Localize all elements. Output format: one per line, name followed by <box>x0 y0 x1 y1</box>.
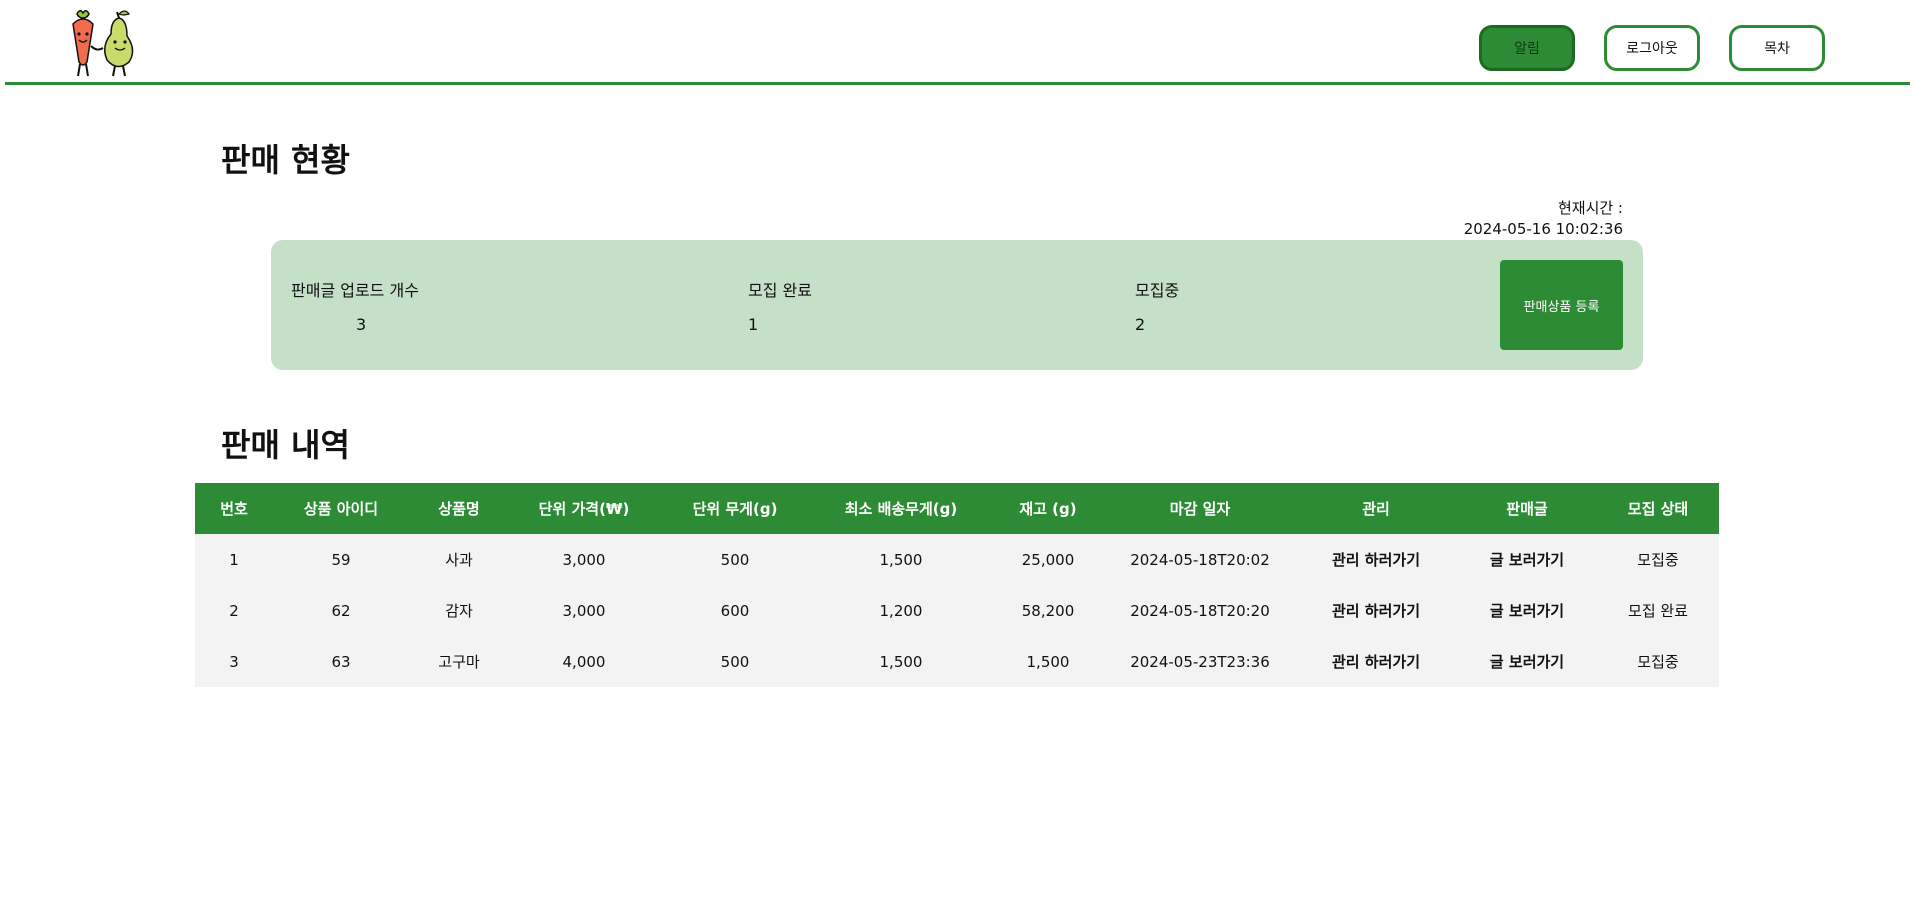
cell-product-id: 59 <box>273 534 409 585</box>
column-header-product-id: 상품 아이디 <box>273 483 409 534</box>
cell-unit-weight: 600 <box>659 585 811 636</box>
farm-button[interactable]: 목차 <box>1729 25 1825 71</box>
register-product-button[interactable]: 판매상품 등록 <box>1500 260 1623 350</box>
cell-unit-weight: 500 <box>659 534 811 585</box>
cell-no: 1 <box>195 534 273 585</box>
cell-deadline: 2024-05-23T23:36 <box>1105 636 1295 687</box>
sales-status-title: 판매 현황 <box>221 141 350 179</box>
recruiting-count-value: 2 <box>1135 315 1146 334</box>
uploaded-count-label: 판매글 업로드 개수 <box>291 281 419 300</box>
top-header: 알림 로그아웃 목차 <box>5 0 1910 85</box>
completed-count-label: 모집 완료 <box>748 281 812 300</box>
sales-history-title: 판매 내역 <box>221 426 350 464</box>
cell-unit-price: 3,000 <box>509 585 659 636</box>
view-post-link[interactable]: 글 보러가기 <box>1457 534 1597 585</box>
cell-min-shipping-weight: 1,200 <box>811 585 991 636</box>
cell-recruit-status: 모집중 <box>1597 534 1719 585</box>
table-row: 2 62 감자 3,000 600 1,200 58,200 2024-05-1… <box>195 585 1719 636</box>
cell-recruit-status: 모집중 <box>1597 636 1719 687</box>
cell-product-name: 사과 <box>409 534 509 585</box>
current-time-value: 2024-05-16 10:02:36 <box>1463 220 1623 238</box>
column-header-recruit-status: 모집 상태 <box>1597 483 1719 534</box>
column-header-min-shipping-weight: 최소 배송무게(g) <box>811 483 991 534</box>
column-header-post: 판매글 <box>1457 483 1597 534</box>
manage-link[interactable]: 관리 하러가기 <box>1295 636 1457 687</box>
view-post-link[interactable]: 글 보러가기 <box>1457 636 1597 687</box>
sales-history-table: 번호 상품 아이디 상품명 단위 가격(₩) 단위 무게(g) 최소 배송무게(… <box>195 483 1719 687</box>
cell-deadline: 2024-05-18T20:20 <box>1105 585 1295 636</box>
cell-product-id: 63 <box>273 636 409 687</box>
column-header-manage: 관리 <box>1295 483 1457 534</box>
recruiting-count-label: 모집중 <box>1135 281 1180 300</box>
current-time-label: 현재시간 : <box>1557 199 1623 217</box>
cell-no: 3 <box>195 636 273 687</box>
logo-icon[interactable] <box>63 6 145 80</box>
cell-stock: 1,500 <box>991 636 1105 687</box>
manage-link[interactable]: 관리 하러가기 <box>1295 534 1457 585</box>
sales-summary-panel: 판매글 업로드 개수 3 모집 완료 1 모집중 2 판매상품 등록 <box>271 240 1643 370</box>
column-header-product-name: 상품명 <box>409 483 509 534</box>
column-header-deadline: 마감 일자 <box>1105 483 1295 534</box>
cell-unit-weight: 500 <box>659 636 811 687</box>
cell-deadline: 2024-05-18T20:02 <box>1105 534 1295 585</box>
column-header-unit-price: 단위 가격(₩) <box>509 483 659 534</box>
cell-stock: 25,000 <box>991 534 1105 585</box>
cell-product-name: 고구마 <box>409 636 509 687</box>
notifications-button[interactable]: 알림 <box>1479 25 1575 71</box>
cell-recruit-status: 모집 완료 <box>1597 585 1719 636</box>
cell-unit-price: 4,000 <box>509 636 659 687</box>
cell-product-name: 감자 <box>409 585 509 636</box>
column-header-no: 번호 <box>195 483 273 534</box>
column-header-stock: 재고 (g) <box>991 483 1105 534</box>
cell-unit-price: 3,000 <box>509 534 659 585</box>
table-row: 3 63 고구마 4,000 500 1,500 1,500 2024-05-2… <box>195 636 1719 687</box>
cell-no: 2 <box>195 585 273 636</box>
cell-min-shipping-weight: 1,500 <box>811 636 991 687</box>
table-row: 1 59 사과 3,000 500 1,500 25,000 2024-05-1… <box>195 534 1719 585</box>
logout-button[interactable]: 로그아웃 <box>1604 25 1700 71</box>
cell-min-shipping-weight: 1,500 <box>811 534 991 585</box>
table-header-row: 번호 상품 아이디 상품명 단위 가격(₩) 단위 무게(g) 최소 배송무게(… <box>195 483 1719 534</box>
cell-product-id: 62 <box>273 585 409 636</box>
uploaded-count-value: 3 <box>356 315 367 334</box>
column-header-unit-weight: 단위 무게(g) <box>659 483 811 534</box>
current-time: 현재시간 : 2024-05-16 10:02:36 <box>1464 198 1623 240</box>
view-post-link[interactable]: 글 보러가기 <box>1457 585 1597 636</box>
cell-stock: 58,200 <box>991 585 1105 636</box>
completed-count-value: 1 <box>748 315 759 334</box>
manage-link[interactable]: 관리 하러가기 <box>1295 585 1457 636</box>
